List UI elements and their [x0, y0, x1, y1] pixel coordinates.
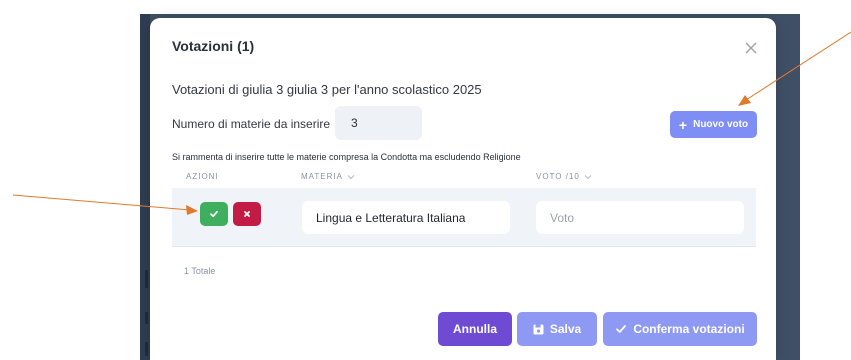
annotation-arrowhead-left — [186, 205, 198, 215]
annotation-arrows — [12, 31, 851, 215]
annotation-arrow-right — [745, 31, 851, 101]
annotation-arrowhead-right — [738, 95, 751, 106]
annotation-arrow-left — [12, 194, 191, 211]
